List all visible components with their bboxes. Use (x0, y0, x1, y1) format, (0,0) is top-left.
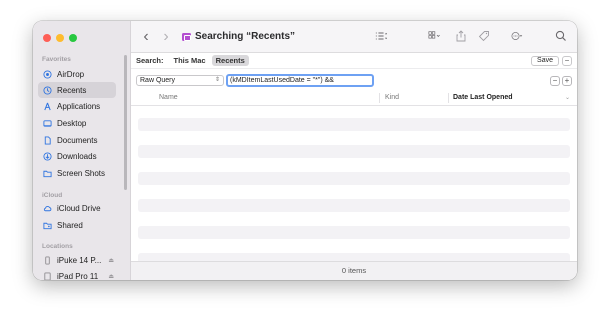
sidebar-item-desktop[interactable]: Desktop (38, 115, 116, 131)
sidebar-section-locations: Locations (42, 243, 73, 250)
column-header: Name Kind Date Last Opened ⌄ (131, 90, 577, 106)
desktop-icon (43, 119, 52, 128)
tag-button[interactable] (476, 29, 492, 45)
sidebar-item-label: iCloud Drive (57, 203, 101, 213)
sidebar-item-screen-shots[interactable]: Screen Shots (38, 165, 116, 181)
toolbar: ‹ › Searching “Recents” (131, 21, 577, 53)
sidebar-section-icloud: iCloud (42, 192, 63, 199)
more-actions-button[interactable] (505, 29, 529, 45)
document-icon (43, 135, 52, 145)
raw-query-input[interactable]: (kMDItemLastUsedDate = "*") && (226, 74, 374, 87)
list-row-stripe (138, 118, 570, 131)
phone-icon (43, 255, 52, 265)
sidebar-item-label: Applications (57, 101, 101, 111)
finder-window: Favorites AirDrop Recents Applications D… (33, 21, 577, 280)
eject-icon[interactable]: ⏏ (108, 257, 114, 264)
file-list[interactable] (131, 106, 577, 266)
list-row-stripe (138, 199, 570, 212)
share-icon (455, 30, 467, 44)
sidebar-item-shared[interactable]: Shared (38, 217, 116, 233)
sidebar-item-iphone[interactable]: iPuke 14 P... ⏏ (38, 252, 116, 268)
sidebar-item-label: Downloads (57, 151, 97, 161)
list-view-icon (375, 30, 388, 44)
close-button[interactable] (43, 34, 51, 42)
list-row-stripe (138, 145, 570, 158)
folder-icon (43, 169, 52, 178)
sidebar-item-documents[interactable]: Documents (38, 132, 116, 148)
clock-icon (43, 85, 52, 95)
attribute-select[interactable]: Raw Query ⇕ (136, 75, 224, 86)
select-arrows-icon: ⇕ (214, 77, 220, 83)
search-button[interactable] (553, 29, 569, 45)
column-divider[interactable] (448, 93, 449, 103)
back-button[interactable]: ‹ (139, 28, 153, 45)
airdrop-icon (43, 69, 52, 79)
sidebar-item-label: iPad Pro 11 (57, 271, 99, 281)
sidebar-item-airdrop[interactable]: AirDrop (38, 66, 116, 82)
item-count: 0 items (341, 266, 367, 275)
list-view-button[interactable] (369, 29, 393, 45)
forward-button[interactable]: › (159, 28, 173, 45)
scope-recents[interactable]: Recents (211, 55, 249, 66)
window-title-text: Searching “Recents” (195, 31, 296, 42)
save-search-button[interactable]: Save (531, 56, 559, 66)
eject-icon[interactable]: ⏏ (108, 273, 114, 280)
column-kind[interactable]: Kind (385, 94, 399, 101)
applications-icon (43, 102, 52, 111)
minimize-button[interactable] (56, 34, 64, 42)
sidebar-item-icloud-drive[interactable]: iCloud Drive (38, 200, 116, 216)
sidebar-item-label: iPuke 14 P... (57, 255, 102, 265)
cloud-icon (43, 204, 52, 213)
sidebar-item-label: Desktop (57, 118, 87, 128)
sidebar-item-recents[interactable]: Recents (38, 82, 116, 98)
list-row-stripe (138, 172, 570, 185)
sidebar-item-applications[interactable]: Applications (38, 98, 116, 114)
sidebar-item-downloads[interactable]: Downloads (38, 148, 116, 164)
zoom-button[interactable] (69, 34, 77, 42)
search-scope-bar: Search: This Mac Recents Save − (131, 53, 577, 69)
sidebar-item-label: Recents (57, 85, 87, 95)
sidebar-item-label: Screen Shots (57, 168, 106, 178)
window-controls (43, 34, 77, 42)
window-title: Searching “Recents” (182, 31, 295, 42)
group-button[interactable] (421, 29, 447, 45)
search-scope-label: Search: (136, 56, 164, 65)
ellipsis-circle-icon (511, 30, 523, 44)
column-name[interactable]: Name (159, 94, 178, 101)
tablet-icon (43, 271, 52, 280)
download-icon (43, 151, 52, 161)
shared-folder-icon (43, 221, 52, 230)
search-icon (555, 30, 567, 44)
column-date-last-opened[interactable]: Date Last Opened (453, 94, 513, 101)
sidebar-item-label: AirDrop (57, 69, 85, 79)
sidebar-section-favorites: Favorites (42, 56, 71, 63)
sidebar-item-ipad[interactable]: iPad Pro 11 ⏏ (38, 268, 116, 280)
sort-chevron-icon: ⌄ (564, 95, 570, 101)
sidebar-scrollbar[interactable] (124, 55, 127, 190)
scope-this-mac[interactable]: This Mac (174, 56, 206, 65)
sidebar-item-label: Documents (57, 135, 98, 145)
remove-criteria-button[interactable]: − (550, 76, 560, 86)
add-criteria-button[interactable]: + (562, 76, 572, 86)
remove-scope-button[interactable]: − (562, 56, 572, 66)
share-button[interactable] (454, 29, 468, 45)
column-divider[interactable] (379, 93, 380, 103)
smart-folder-icon (182, 32, 191, 41)
list-row-stripe (138, 226, 570, 239)
grid-icon (428, 30, 440, 44)
status-bar: 0 items (131, 261, 577, 280)
tag-icon (478, 30, 490, 44)
search-criteria-row: Raw Query ⇕ (kMDItemLastUsedDate = "*") … (131, 70, 577, 90)
sidebar: Favorites AirDrop Recents Applications D… (33, 21, 131, 280)
attribute-select-value: Raw Query (140, 77, 176, 84)
sidebar-item-label: Shared (57, 220, 83, 230)
